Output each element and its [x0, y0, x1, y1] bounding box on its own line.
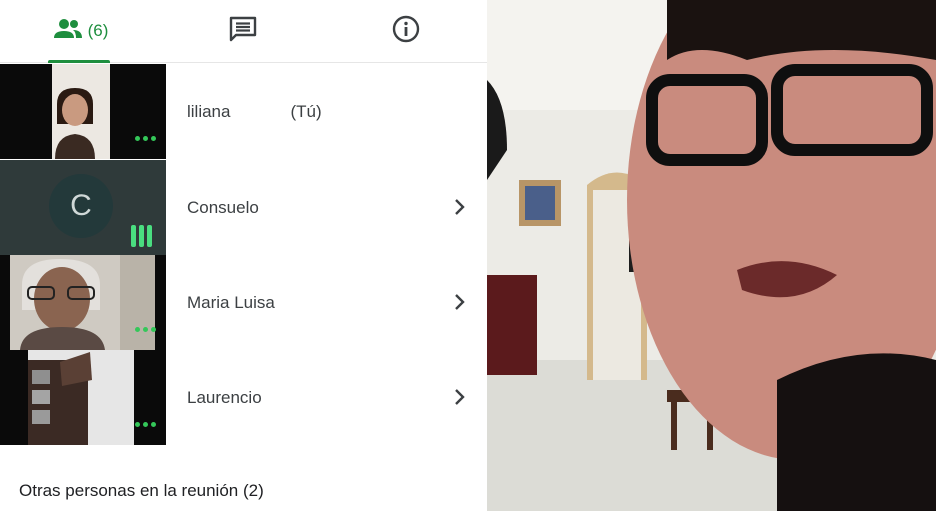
people-icon	[53, 18, 82, 45]
self-indicator: (Tú)	[290, 102, 322, 121]
active-tab-indicator	[48, 60, 110, 63]
participants-panel: (6) liliana (Tú) C Consuelo Maria Luisa …	[0, 0, 487, 511]
info-icon	[392, 15, 420, 48]
participant-name: Consuelo	[187, 198, 259, 217]
participant-row[interactable]: Laurencio	[0, 350, 487, 445]
audio-activity-dots	[135, 136, 156, 141]
participant-video-thumbnail	[0, 255, 166, 350]
participant-name: liliana (Tú)	[187, 102, 322, 121]
audio-level-bars	[131, 225, 152, 247]
chevron-right-icon[interactable]	[450, 290, 468, 314]
participant-row[interactable]: Maria Luisa	[0, 255, 487, 350]
participant-count: (6)	[87, 21, 109, 40]
chevron-right-icon[interactable]	[450, 385, 468, 409]
participant-video-thumbnail: C	[0, 160, 166, 255]
participant-row[interactable]: C Consuelo	[0, 160, 487, 255]
participant-name: Maria Luisa	[187, 293, 275, 312]
panel-tabs: (6)	[0, 0, 487, 63]
others-section-heading: Otras personas en la reunión (2)	[19, 481, 264, 500]
participant-video-thumbnail	[0, 64, 166, 159]
participant-row[interactable]: liliana (Tú)	[0, 64, 487, 159]
audio-activity-dots	[135, 327, 156, 332]
audio-activity-dots	[135, 422, 156, 427]
participant-name: Laurencio	[187, 388, 262, 407]
chevron-right-icon[interactable]	[450, 195, 468, 219]
main-video-feed	[487, 0, 936, 511]
participant-video-thumbnail	[0, 350, 166, 445]
tab-chat[interactable]	[162, 0, 324, 62]
tab-people[interactable]: (6)	[0, 0, 162, 63]
avatar: C	[49, 174, 113, 238]
tab-info[interactable]	[324, 0, 487, 62]
chat-icon	[229, 16, 257, 47]
